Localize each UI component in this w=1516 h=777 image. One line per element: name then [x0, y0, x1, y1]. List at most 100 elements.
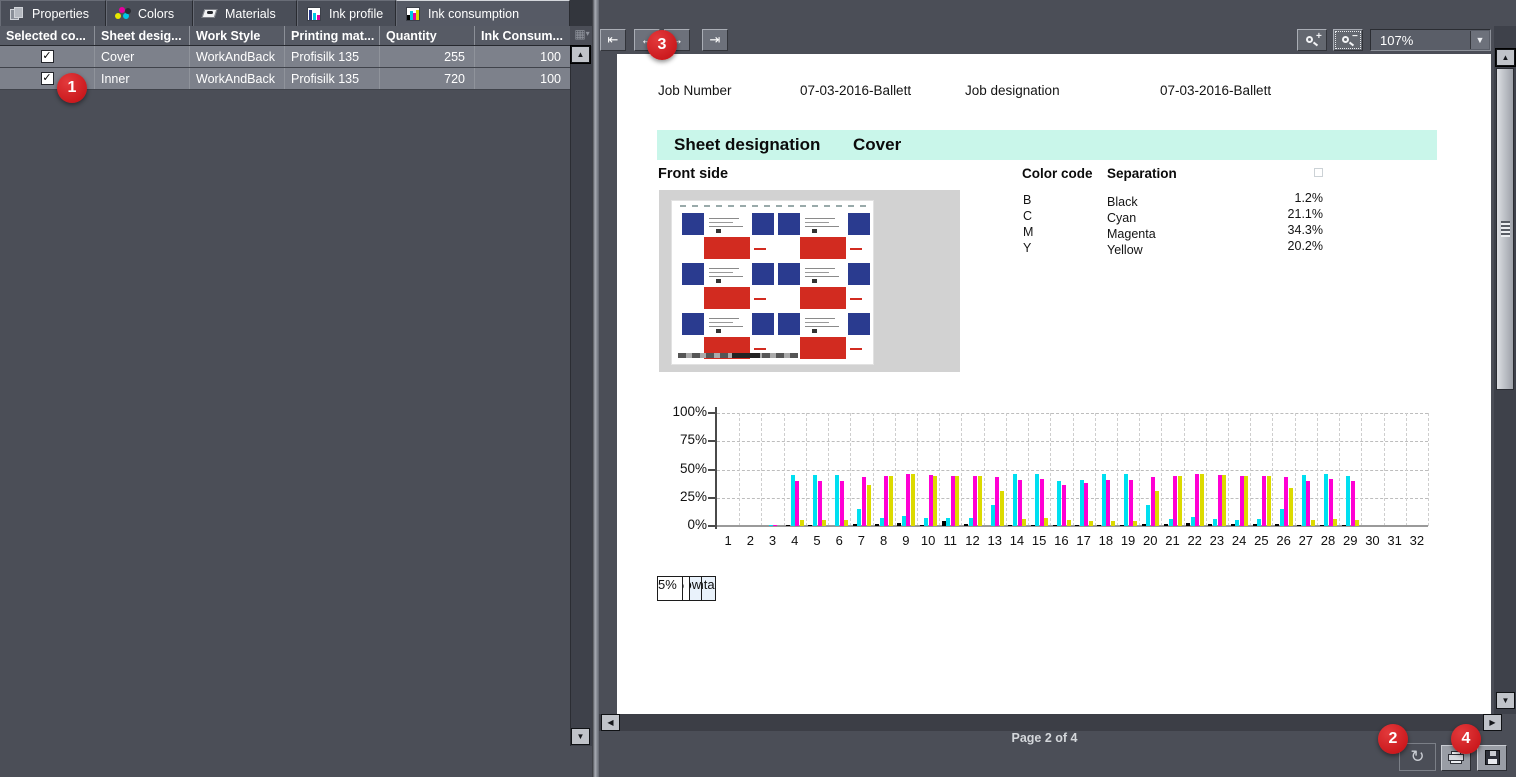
chart-bar-cyan — [835, 475, 839, 526]
row-checkbox[interactable]: ✓ — [41, 50, 54, 63]
ticket-block-red — [704, 237, 750, 259]
chart-bar-magenta — [973, 476, 977, 526]
ticket-text-mark — [716, 229, 721, 233]
column-header-material[interactable]: Printing mat... — [285, 26, 380, 45]
ticket-text-line — [709, 222, 733, 223]
zoom-out-icon: − — [1342, 34, 1355, 47]
chart-bar-cyan — [1080, 480, 1084, 526]
cell-sheet: Inner — [95, 68, 190, 89]
chart-bar-cyan — [1013, 474, 1017, 526]
row-checkbox[interactable]: ✓ — [41, 72, 54, 85]
chart-bar-cyan — [880, 518, 884, 526]
chart-ytick-label: 50% — [645, 461, 707, 476]
cell-workstyle: WorkAndBack — [190, 46, 285, 67]
annotation-badge-2: 2 — [1378, 724, 1408, 754]
colors-icon — [115, 7, 131, 21]
column-header-quantity[interactable]: Quantity — [380, 26, 475, 45]
chart-bar-cyan — [857, 509, 861, 526]
save-icon — [1485, 750, 1500, 765]
chart-bar-cyan — [813, 475, 817, 526]
scroll-down-icon[interactable]: ▼ — [571, 728, 590, 745]
preview-hscrollbar-track[interactable] — [599, 714, 1494, 731]
column-header-selected[interactable]: Selected co... — [0, 26, 95, 45]
chart-bar-black — [1253, 524, 1257, 526]
preview-scroll-left-icon[interactable]: ◀ — [601, 714, 620, 731]
chart-vgridline — [1295, 413, 1296, 526]
cell-quantity: 255 — [380, 46, 475, 67]
sheet-designation-value: Cover — [853, 135, 901, 155]
chart-vgridline — [1317, 413, 1318, 526]
chart-bar-magenta — [1195, 474, 1199, 526]
zoom-in-button[interactable]: + — [1297, 29, 1327, 51]
chart-vgridline — [1384, 413, 1385, 526]
chart-bar-black — [897, 523, 901, 526]
chart-bar-yellow — [844, 520, 848, 526]
cell-quantity: 720 — [380, 68, 475, 89]
chart-bar-black — [1164, 524, 1168, 526]
preview-scroll-down-icon[interactable]: ▼ — [1496, 692, 1515, 709]
tab-label: Ink profile — [329, 7, 383, 21]
tab-ink-consumption[interactable]: Ink consumption — [396, 0, 570, 26]
chart-x-label: 21 — [1161, 533, 1183, 548]
first-page-button[interactable]: ⇤ — [600, 29, 626, 51]
chart-ytick-label: 0% — [645, 517, 707, 532]
sheet-row-cover[interactable]: ✓ Cover WorkAndBack Profisilk 135 255 10… — [0, 46, 570, 68]
preview-scroll-up-icon[interactable]: ▲ — [1496, 49, 1515, 66]
refresh-icon: ↻ — [1410, 747, 1424, 766]
chart-bar-yellow — [1178, 476, 1182, 526]
tab-colors[interactable]: Colors — [106, 0, 193, 26]
tab-properties[interactable]: Properties — [0, 0, 106, 26]
chart-bar-magenta — [1240, 476, 1244, 526]
left-scrollbar-track[interactable] — [570, 46, 592, 746]
ticket-block-blue — [848, 313, 870, 335]
press-sheet-thumbnail — [659, 190, 960, 372]
chart-x-label: 28 — [1317, 533, 1339, 548]
chart-bar-magenta — [884, 476, 888, 526]
chart-vgridline — [1028, 413, 1029, 526]
zoom-in-icon: + — [1306, 34, 1319, 47]
tab-materials[interactable]: Materials — [193, 0, 297, 26]
registration-marks — [680, 205, 866, 207]
ticket-text-line — [805, 322, 829, 323]
chart-bar-black — [786, 525, 790, 526]
column-header-sheet[interactable]: Sheet desig... — [95, 26, 190, 45]
separation-value: 20.2% — [1237, 239, 1323, 253]
preview-scroll-right-icon[interactable]: ▶ — [1483, 714, 1502, 731]
chart-bar-black — [942, 521, 946, 526]
preview-vscrollbar-thumb[interactable] — [1496, 68, 1514, 390]
chart-bar-cyan — [946, 518, 950, 526]
chart-bar-cyan — [1102, 474, 1106, 526]
chart-bar-cyan — [1324, 474, 1328, 526]
chart-bar-yellow — [1244, 476, 1248, 526]
ticket-text-line — [709, 268, 739, 269]
separation-header: Separation — [1107, 166, 1177, 181]
column-header-ink[interactable]: Ink Consum... — [475, 26, 570, 45]
chart-y-axis — [715, 407, 717, 529]
chart-bar-magenta — [795, 481, 799, 526]
zoom-level-dropdown[interactable]: 107% ▼ — [1370, 29, 1491, 51]
last-page-button[interactable]: ⇥ — [702, 29, 728, 51]
job-number-value: 07-03-2016-Ballett — [800, 83, 911, 98]
ticket-text-line — [805, 222, 829, 223]
job-designation-value: 07-03-2016-Ballett — [1160, 83, 1271, 98]
color-code-header: Color code — [1022, 166, 1093, 181]
panel-splitter[interactable] — [592, 0, 599, 777]
chart-vgridline — [806, 413, 807, 526]
ticket-text-line — [709, 322, 733, 323]
sheet-table-header: Selected co... Sheet desig... Work Style… — [0, 26, 570, 46]
chart-bar-cyan — [1146, 505, 1150, 526]
tab-label: Colors — [138, 7, 174, 21]
sheet-designation-band: Sheet designation Cover — [657, 130, 1437, 160]
table-config-icon[interactable]: ▦▾ — [572, 27, 592, 45]
zoom-out-button[interactable]: − — [1333, 29, 1363, 51]
tab-ink-profile[interactable]: Ink profile — [297, 0, 396, 26]
save-button[interactable] — [1477, 745, 1507, 771]
scroll-up-icon[interactable]: ▲ — [571, 46, 590, 63]
column-header-workstyle[interactable]: Work Style — [190, 26, 285, 45]
chart-vgridline — [761, 413, 762, 526]
chevron-down-icon[interactable]: ▼ — [1470, 31, 1489, 49]
chart-bar-cyan — [1235, 520, 1239, 526]
chart-vgridline — [828, 413, 829, 526]
chart-ytick — [708, 469, 715, 471]
chart-x-label: 31 — [1384, 533, 1406, 548]
